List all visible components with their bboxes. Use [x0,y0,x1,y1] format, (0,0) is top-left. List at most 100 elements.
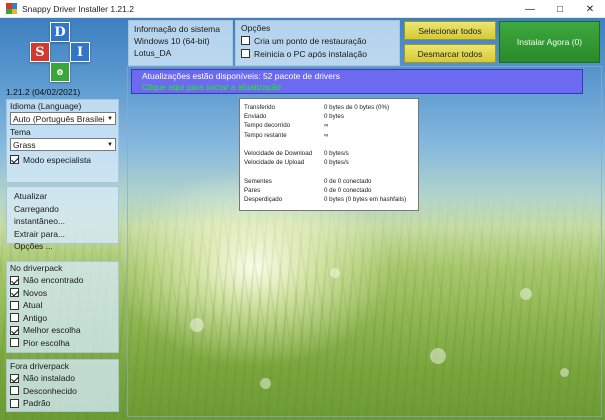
option-label: Reinicia o PC após instalação [254,48,367,59]
checkbox[interactable] [10,313,19,323]
filter-label: Atual [23,300,43,311]
logo-letter-s: S [30,42,50,62]
filter-new[interactable]: Novos [10,287,115,300]
stat-key: Enviado [244,113,267,121]
stat-value: 0 bytes (0 bytes em hashfails) [324,195,407,203]
checkbox[interactable] [10,288,19,298]
title-bar: Snappy Driver Installer 1.21.2 — □ ✕ [0,0,605,18]
stat-value: ∞ [324,122,329,130]
options-panel: Opções Cria um ponto de restauração Rein… [235,20,400,66]
install-now-button[interactable]: Instalar Agora (0) [499,21,600,63]
option-label: Cria um ponto de restauração [254,35,367,46]
logo-image-icon: ⚙ [50,62,70,82]
stat-row: Transferido 0 bytes de 0 bytes (0%) [244,103,414,112]
checkbox[interactable] [241,49,250,58]
logo-letter-i: I [70,42,90,62]
filter-label: Antigo [23,312,48,323]
filter-label: Não encontrado [23,275,84,286]
stat-row [244,140,414,149]
stat-row: Tempo decorrido ∞ [244,121,414,130]
action-load-snapshot[interactable]: Carregando instantâneo... [14,203,111,228]
stat-key: Velocidade de Upload [244,159,305,167]
filter-default[interactable]: Padrão [10,397,115,410]
stat-value: 0 bytes/s [324,149,349,157]
stat-value: 0 de 0 conectado [324,177,372,185]
filter-not-installed[interactable]: Não instalado [10,372,115,385]
theme-select[interactable]: Grass ▼ [10,138,116,151]
option-restore-point[interactable]: Cria um ponto de restauração [241,34,394,47]
stat-value: 0 bytes de 0 bytes (0%) [324,104,390,111]
language-value: Auto (Português Brasileiro) [13,113,116,124]
stat-key: Desperdiçado [244,195,283,203]
filter-not-found[interactable]: Não encontrado [10,274,115,287]
stat-key [244,140,324,149]
chevron-down-icon[interactable]: ▼ [105,113,115,124]
filter-old[interactable]: Antigo [10,312,115,325]
checkbox[interactable] [10,373,19,383]
version-label: 1.21.2 (04/02/2021) [6,87,81,97]
theme-label: Tema [10,127,31,137]
action-update[interactable]: Atualizar [14,190,111,203]
update-banner-text: Atualizações estão disponíveis: 52 pacot… [142,71,340,81]
action-options[interactable]: Opções ... [14,240,111,253]
minimize-icon[interactable]: — [515,0,545,18]
chevron-down-icon[interactable]: ▼ [105,139,115,150]
stat-key: Pares [244,186,261,194]
language-select[interactable]: Auto (Português Brasileiro) ▼ [10,112,116,125]
stat-row: Sementes 0 de 0 conectado [244,177,414,186]
filter-current[interactable]: Atual [10,299,115,312]
maximize-icon[interactable]: □ [545,0,575,18]
stat-key: Sementes [244,177,272,185]
stat-value: ∞ [324,131,329,139]
filter-best-choice[interactable]: Melhor escolha [10,324,115,337]
stat-value: 0 bytes [324,113,344,121]
option-restart-pc[interactable]: Reinicia o PC após instalação [241,47,394,60]
update-banner[interactable]: Atualizações estão disponíveis: 52 pacot… [131,69,583,94]
driverpack-title: No driverpack [10,263,63,273]
checkbox[interactable] [10,275,19,285]
torrent-stats-panel: Transferido 0 bytes de 0 bytes (0%) Envia… [239,98,419,211]
language-theme-panel: Idioma (Language) Auto (Português Brasil… [6,99,119,183]
checkbox[interactable] [10,338,19,348]
close-icon[interactable]: ✕ [575,0,605,18]
stat-row: Desperdiçado 0 bytes (0 bytes em hashfail… [244,195,414,204]
stat-key: Velocidade de Download [244,149,313,157]
theme-value: Grass [13,139,36,150]
driverpack-filter-panel: No driverpack Não encontrado Novos Atual… [6,261,119,353]
stat-row: Tempo restante ∞ [244,131,414,140]
stat-value [324,167,414,176]
actions-panel: Atualizar Carregando instantâneo... Extr… [6,186,119,251]
checkbox[interactable] [10,386,19,396]
update-banner-link[interactable]: Clique aqui para iniciar a atualização [142,82,572,93]
checkbox[interactable] [241,36,250,45]
checkbox[interactable] [10,300,19,310]
select-all-button[interactable]: Selecionar todos [404,21,496,40]
stat-key: Tempo decorrido [244,122,291,130]
filter-unknown[interactable]: Desconhecido [10,385,115,398]
window-title: Snappy Driver Installer 1.21.2 [22,3,134,14]
expert-mode-toggle[interactable]: Modo especialista [10,153,115,166]
system-info-title: Informação do sistema [134,24,220,34]
outside-driverpack-panel: Fora driverpack Não instalado Desconheci… [6,359,119,412]
app-icon [6,3,17,14]
filter-worst-choice[interactable]: Pior escolha [10,337,115,350]
stat-key: Tempo restante [244,131,287,139]
stat-key: Transferido [244,104,276,111]
expert-mode-label: Modo especialista [23,154,92,165]
checkbox[interactable] [10,398,19,408]
checkbox[interactable] [10,325,19,335]
action-extract-to[interactable]: Extrair para... [14,228,111,241]
stat-value: 0 de 0 conectado [324,186,372,194]
stat-row: Enviado 0 bytes [244,112,414,121]
outside-driverpack-title: Fora driverpack [10,361,70,371]
stat-row [244,167,414,176]
main-area: S D I ⚙ 1.21.2 (04/02/2021) Informação d… [0,18,605,420]
stat-row: Velocidade de Download 0 bytes/s [244,149,414,158]
stat-row: Pares 0 de 0 conectado [244,186,414,195]
filter-label: Pior escolha [23,337,70,348]
deselect-all-button[interactable]: Desmarcar todos [404,44,496,63]
system-info-machine: Lotus_DA [134,48,172,58]
filter-label: Melhor escolha [23,325,81,336]
checkbox[interactable] [10,155,19,164]
options-title: Opções [241,23,271,33]
